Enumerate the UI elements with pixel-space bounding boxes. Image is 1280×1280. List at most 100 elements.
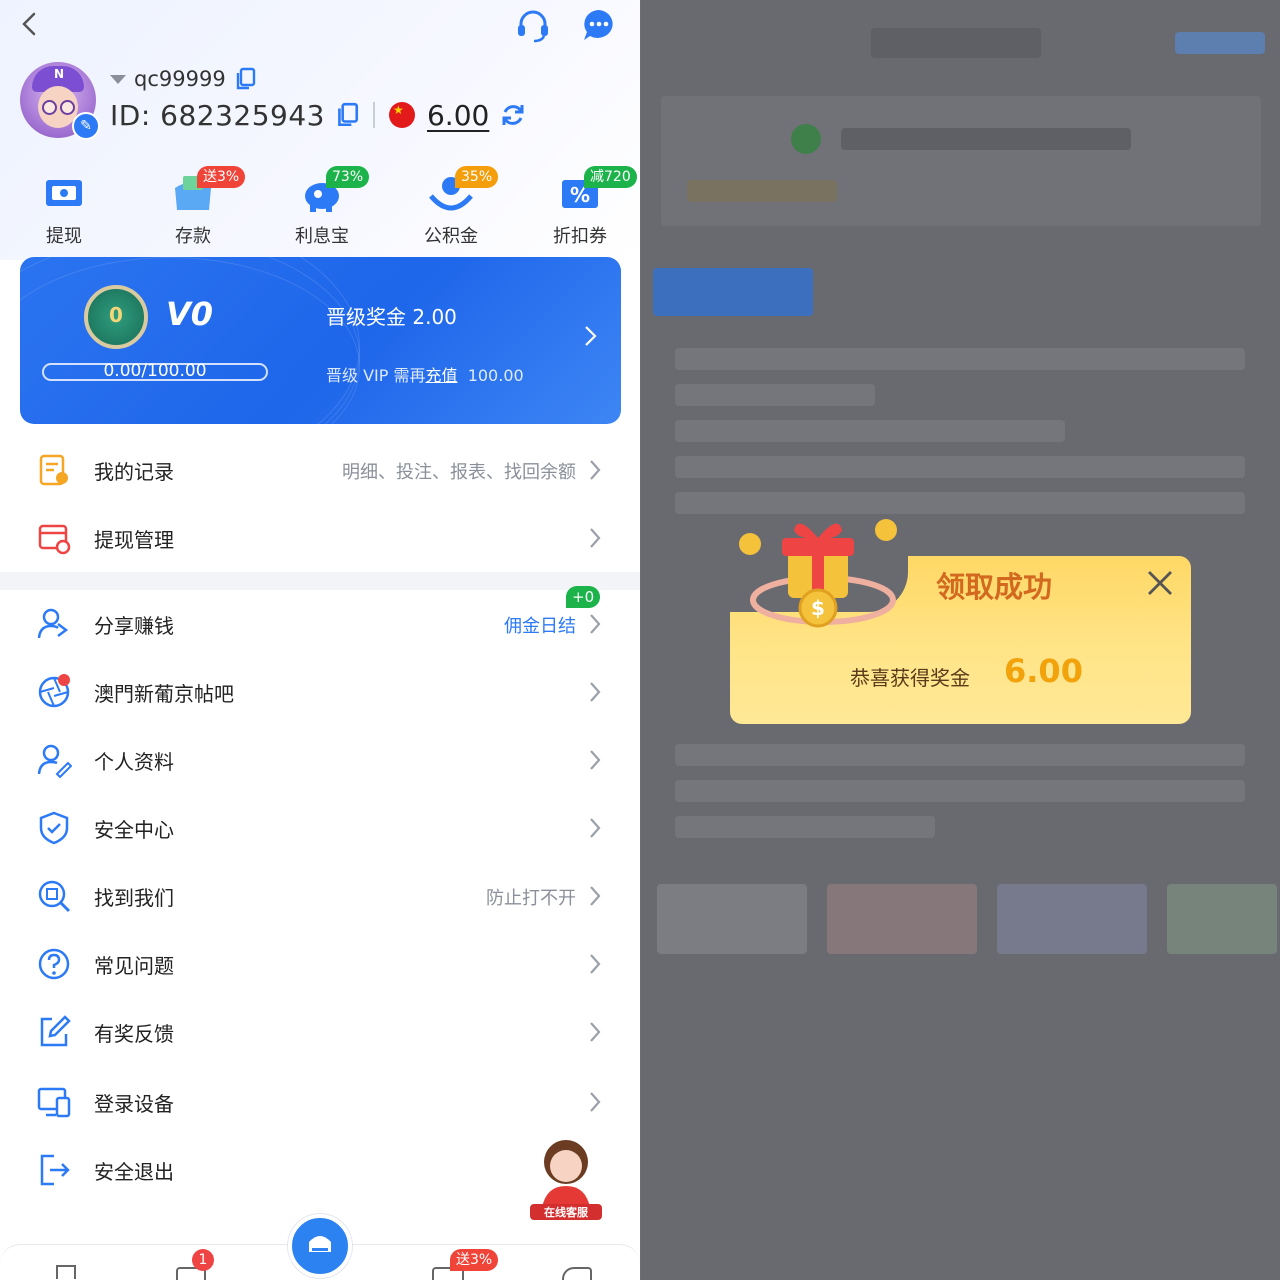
vip-progress-text: 0.00/100.00: [103, 361, 207, 381]
refresh-icon[interactable]: [499, 101, 527, 129]
chat-message-icon[interactable]: [580, 6, 618, 44]
menu-withdraw-management[interactable]: 提现管理: [0, 504, 640, 572]
avatar-cap-letter: N: [54, 67, 65, 81]
quick-fund-label: 公积金: [424, 226, 478, 247]
withdraw-settings-icon: [38, 524, 71, 555]
menu-my-records[interactable]: 我的记录 明细、投注、报表、找回余额: [0, 436, 640, 504]
logout-icon: [40, 1154, 70, 1186]
headset-support-icon[interactable]: [514, 6, 552, 44]
question-circle-icon: [38, 948, 70, 980]
share-badge: +0: [566, 586, 601, 608]
avatar-glasses-left: [42, 100, 57, 115]
nav-item-icon[interactable]: [56, 1265, 76, 1279]
chevron-right-icon: [590, 682, 601, 702]
section-divider: [0, 572, 640, 590]
nav-promo-badge: 送3%: [450, 1249, 499, 1271]
blurred-dot: [791, 124, 821, 154]
share-user-icon: [37, 608, 69, 639]
menu-find-us[interactable]: 找到我们 防止打不开: [0, 862, 640, 930]
user-edit-icon: [37, 744, 72, 778]
menu-profile[interactable]: 个人资料: [0, 726, 640, 794]
deposit-badge: 送3%: [197, 166, 246, 188]
blurred-thumb: [1167, 884, 1277, 954]
quick-interest-label: 利息宝: [295, 226, 349, 247]
blurred-thumb: [827, 884, 977, 954]
chevron-right-icon: [590, 886, 601, 906]
nav-item-icon[interactable]: [562, 1267, 592, 1280]
quick-coupon[interactable]: % 减720 折扣券: [530, 166, 637, 248]
blurred-text: [675, 456, 1245, 478]
menu-hint: 佣金日结: [504, 616, 576, 637]
aperture-icon: [38, 674, 70, 708]
menu-faq[interactable]: 常见问题: [0, 930, 640, 998]
chevron-right-icon: [585, 326, 597, 346]
menu-hint: 防止打不开: [486, 888, 576, 909]
chevron-right-icon: [590, 818, 601, 838]
copy-id-icon[interactable]: [335, 102, 359, 128]
username: qc99999: [134, 67, 226, 91]
copy-icon[interactable]: [234, 67, 256, 91]
withdraw-icon: [46, 180, 82, 206]
menu-security[interactable]: 安全中心: [0, 794, 640, 862]
menu-label: 安全中心: [94, 818, 174, 842]
home-icon: [309, 1236, 331, 1252]
dropdown-triangle-icon[interactable]: [110, 74, 126, 84]
quick-coupon-label: 折扣券: [553, 226, 607, 247]
menu-login-devices[interactable]: 登录设备: [0, 1068, 640, 1136]
popup-amount: 6.00: [1004, 652, 1083, 690]
vip-medal-digit: 0: [109, 303, 123, 327]
coupon-badge: 减720: [584, 166, 637, 188]
nav-count-badge: 1: [192, 1249, 214, 1271]
blurred-title: [871, 28, 1041, 58]
menu-label: 常见问题: [94, 954, 174, 978]
menu-feedback[interactable]: 有奖反馈: [0, 998, 640, 1066]
separator: [372, 102, 375, 128]
chevron-right-icon: [590, 460, 601, 480]
menu-label: 安全退出: [94, 1160, 174, 1184]
blurred-text: [841, 128, 1131, 150]
online-customer-service[interactable]: 在线客服: [528, 1132, 604, 1222]
back-chevron-icon[interactable]: [16, 10, 42, 38]
avatar-glasses-right: [60, 100, 75, 115]
balance-amount[interactable]: 6.00: [427, 99, 489, 132]
menu-forum[interactable]: 澳門新葡京帖吧: [0, 658, 640, 726]
vip-requirement-prefix: 晋级 VIP 需再: [326, 366, 426, 385]
quick-interest[interactable]: 73% 利息宝: [272, 166, 372, 248]
account-panel: N ✎ qc99999 ID: 682325943 6.00: [0, 0, 640, 1280]
fund-badge: 35%: [455, 166, 499, 188]
menu-label: 找到我们: [94, 886, 174, 910]
blurred-text: [687, 180, 837, 202]
vip-card[interactable]: 0 V0 0.00/100.00 晋级奖金 2.00 晋级 VIP 需再充值 1…: [20, 257, 621, 424]
interest-badge: 73%: [326, 166, 370, 188]
quick-withdraw-label: 提现: [46, 226, 82, 247]
quick-fund[interactable]: 35% 公积金: [401, 166, 501, 248]
popup-title: 领取成功: [936, 570, 1053, 604]
menu-label: 提现管理: [94, 528, 174, 552]
user-id: ID: 682325943: [110, 98, 325, 132]
vip-requirement-amount: 100.00: [467, 366, 524, 385]
home-button[interactable]: [288, 1214, 352, 1278]
menu-label: 有奖反馈: [94, 1022, 174, 1046]
chevron-right-icon: [590, 614, 601, 634]
avatar[interactable]: N ✎: [20, 62, 100, 140]
close-icon[interactable]: [1145, 568, 1175, 598]
blurred-text: [675, 420, 1065, 442]
chevron-right-icon: [590, 1092, 601, 1112]
china-flag-icon: [388, 102, 415, 128]
blurred-text: [675, 744, 1245, 766]
vip-upgrade-bonus: 晋级奖金 2.00: [326, 305, 457, 329]
menu-hint: 明细、投注、报表、找回余额: [342, 462, 576, 483]
chevron-right-icon: [590, 1022, 601, 1042]
quick-withdraw[interactable]: 提现: [14, 168, 114, 248]
menu-share-earn[interactable]: 分享赚钱 佣金日结 +0: [0, 586, 640, 658]
customer-service-label: 在线客服: [544, 1206, 588, 1219]
quick-deposit[interactable]: 送3% 存款: [143, 166, 246, 248]
vip-level: V0: [166, 295, 214, 333]
recharge-link[interactable]: 充值: [426, 366, 458, 385]
blurred-card: [661, 96, 1261, 226]
menu-label: 我的记录: [94, 460, 174, 484]
edit-pencil-icon[interactable]: ✎: [72, 112, 100, 140]
chevron-right-icon: [590, 954, 601, 974]
gift-box-icon: $: [739, 519, 897, 628]
blurred-thumb: [657, 884, 807, 954]
